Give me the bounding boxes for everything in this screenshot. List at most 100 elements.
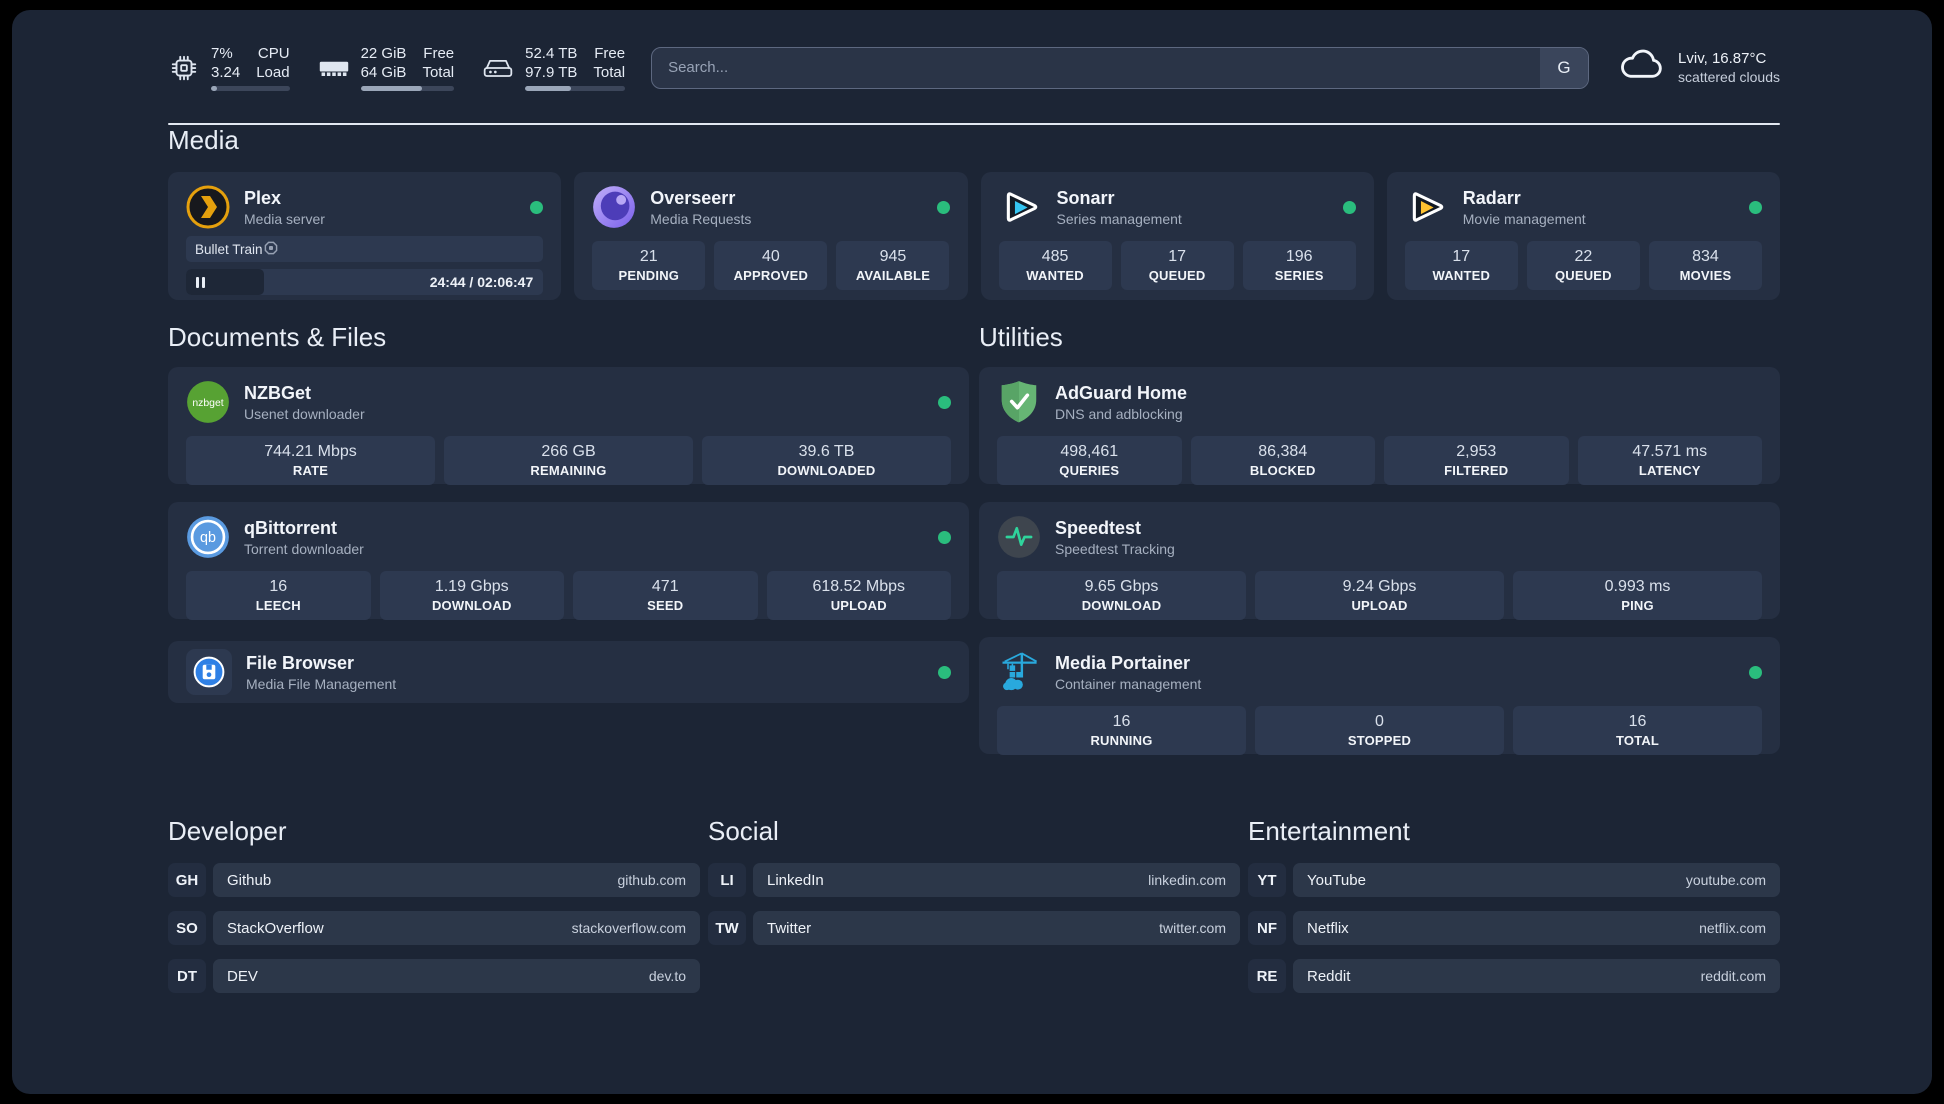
- stat-tile: 86,384 BLOCKED: [1190, 436, 1375, 485]
- link-url: twitter.com: [1159, 920, 1226, 936]
- link-prefix: TW: [708, 911, 746, 945]
- link-netflix[interactable]: NF Netflix netflix.com: [1248, 911, 1780, 945]
- stat-tile: 47.571 ms LATENCY: [1577, 436, 1762, 485]
- cpu-stat: 7% 3.24 CPU Load: [168, 44, 290, 91]
- app-title: File Browser: [246, 652, 355, 673]
- app-card-radarr[interactable]: Radarr Movie management 17 WANTED 22 QUEUE…: [1386, 172, 1780, 300]
- playback-progress-row: 24:44 / 02:06:47: [186, 269, 544, 295]
- stat-tile: 0 STOPPED: [1255, 706, 1504, 755]
- stat-tile: 266 GB REMAINING: [444, 436, 693, 485]
- link-prefix: DT: [168, 959, 206, 993]
- stat-tile: 17 WANTED: [1404, 241, 1518, 290]
- disk-total-value: 97.9 TB: [525, 64, 578, 81]
- app-title: Sonarr: [1056, 187, 1115, 208]
- stat-tile: 16 TOTAL: [1513, 706, 1762, 755]
- status-dot: [1342, 200, 1356, 214]
- ram-icon: [318, 52, 350, 84]
- stat-tile: 945 AVAILABLE: [836, 241, 950, 290]
- weather-widget: Lviv, 16.87°C scattered clouds: [1619, 48, 1780, 87]
- section-title-developer: Developer: [168, 816, 287, 846]
- link-prefix: LI: [708, 863, 746, 897]
- radarr-icon: [1405, 185, 1449, 229]
- cloud-icon: [1619, 48, 1665, 87]
- link-youtube[interactable]: YT YouTube youtube.com: [1248, 863, 1780, 897]
- app-subtitle: Media Requests: [650, 210, 752, 227]
- stat-tile: 744.21 Mbps RATE: [186, 436, 435, 485]
- stat-tile: 498,461 QUERIES: [997, 436, 1182, 485]
- link-reddit[interactable]: RE Reddit reddit.com: [1248, 959, 1780, 993]
- app-subtitle: DNS and adblocking: [1055, 405, 1183, 422]
- link-prefix: GH: [168, 863, 206, 897]
- svg-text:qb: qb: [200, 530, 216, 546]
- app-card-plex[interactable]: Plex Media server Bullet Train 24:44 / 0…: [168, 172, 562, 300]
- qbittorrent-icon: qb: [186, 515, 230, 559]
- sonarr-icon: [999, 185, 1043, 229]
- search-engine-button[interactable]: G: [1540, 47, 1589, 88]
- adguard-icon: [997, 380, 1041, 424]
- link-name: Netflix: [1307, 919, 1349, 937]
- app-subtitle: Torrent downloader: [244, 540, 364, 557]
- session-icon: [263, 240, 279, 259]
- link-stackoverflow[interactable]: SO StackOverflow stackoverflow.com: [168, 911, 700, 945]
- status-dot: [936, 200, 950, 214]
- top-bar: 7% 3.24 CPU Load 22 GiB 64 GiB Free Tota…: [168, 10, 1780, 91]
- stat-tile: 471 SEED: [573, 571, 758, 620]
- link-url: github.com: [617, 872, 686, 888]
- plex-icon: [186, 185, 230, 229]
- search-input[interactable]: [652, 47, 1541, 88]
- speedtest-icon: [997, 515, 1041, 559]
- status-dot: [1749, 200, 1762, 214]
- ram-progress-bar: [360, 86, 455, 91]
- cpu-usage-label: CPU: [257, 45, 290, 62]
- link-name: YouTube: [1307, 871, 1366, 889]
- app-card-nzbget[interactable]: nzbget NZBGet Usenet downloader 744.21 M…: [168, 367, 969, 485]
- cpu-icon: [168, 52, 200, 84]
- stat-tile: 17 QUEUED: [1120, 241, 1234, 290]
- link-twitter[interactable]: TW Twitter twitter.com: [708, 911, 1240, 945]
- link-name: Github: [227, 871, 272, 889]
- link-prefix: YT: [1248, 863, 1286, 897]
- stat-tile: 16 RUNNING: [997, 706, 1246, 755]
- stat-tile: 9.65 Gbps DOWNLOAD: [997, 571, 1246, 620]
- status-dot: [1749, 665, 1762, 679]
- link-url: linkedin.com: [1148, 872, 1226, 888]
- stat-tile: 618.52 Mbps UPLOAD: [766, 571, 951, 620]
- status-dot: [938, 395, 951, 409]
- link-url: netflix.com: [1699, 920, 1766, 936]
- app-card-adguard[interactable]: AdGuard Home DNS and adblocking 498,461 Q…: [979, 367, 1780, 485]
- link-linkedin[interactable]: LI LinkedIn linkedin.com: [708, 863, 1240, 897]
- app-card-sonarr[interactable]: Sonarr Series management 485 WANTED 17 QUE…: [980, 172, 1374, 300]
- app-card-qbittorrent[interactable]: qb qBittorrent Torrent downloader 16 LEEC…: [168, 502, 969, 620]
- disk-stat: 52.4 TB 97.9 TB Free Total: [482, 44, 626, 91]
- app-title: Overseerr: [650, 187, 736, 208]
- app-card-speedtest[interactable]: Speedtest Speedtest Tracking 9.65 Gbps DO…: [979, 502, 1780, 620]
- nzbget-icon: nzbget: [186, 380, 230, 424]
- app-card-filebrowser[interactable]: File Browser Media File Management: [168, 641, 969, 703]
- now-playing-row: Bullet Train: [186, 236, 544, 262]
- link-name: DEV: [227, 967, 258, 985]
- cpu-progress-bar: [211, 86, 290, 91]
- stat-tile: 9.24 Gbps UPLOAD: [1255, 571, 1504, 620]
- section-title-media: Media: [168, 125, 239, 155]
- now-playing-title: Bullet Train: [195, 241, 263, 257]
- link-dev-to[interactable]: DT DEV dev.to: [168, 959, 700, 993]
- ram-total-value: 64 GiB: [360, 64, 407, 81]
- status-dot: [530, 200, 544, 214]
- pause-button[interactable]: [186, 269, 264, 295]
- dashboard: 7% 3.24 CPU Load 22 GiB 64 GiB Free Tota…: [12, 10, 1932, 1094]
- stat-tile: 16 LEECH: [186, 571, 371, 620]
- stat-tile: 39.6 TB DOWNLOADED: [702, 436, 951, 485]
- link-github[interactable]: GH Github github.com: [168, 863, 700, 897]
- stat-tile: 1.19 Gbps DOWNLOAD: [379, 571, 564, 620]
- ram-total-label: Total: [422, 64, 455, 81]
- disk-icon: [482, 52, 514, 84]
- app-card-portainer[interactable]: Media Portainer Container management 16 R…: [979, 637, 1780, 755]
- stat-tile: 834 MOVIES: [1648, 241, 1762, 290]
- app-title: Plex: [244, 187, 282, 208]
- ram-free-label: Free: [423, 45, 455, 62]
- status-dot: [938, 665, 951, 679]
- media-grid: Plex Media server Bullet Train 24:44 / 0…: [168, 172, 1780, 300]
- app-card-overseerr[interactable]: Overseerr Media Requests 21 PENDING 40 APP…: [574, 172, 968, 300]
- cpu-load-value: 3.24: [211, 64, 241, 81]
- stat-tile: 0.993 ms PING: [1513, 571, 1762, 620]
